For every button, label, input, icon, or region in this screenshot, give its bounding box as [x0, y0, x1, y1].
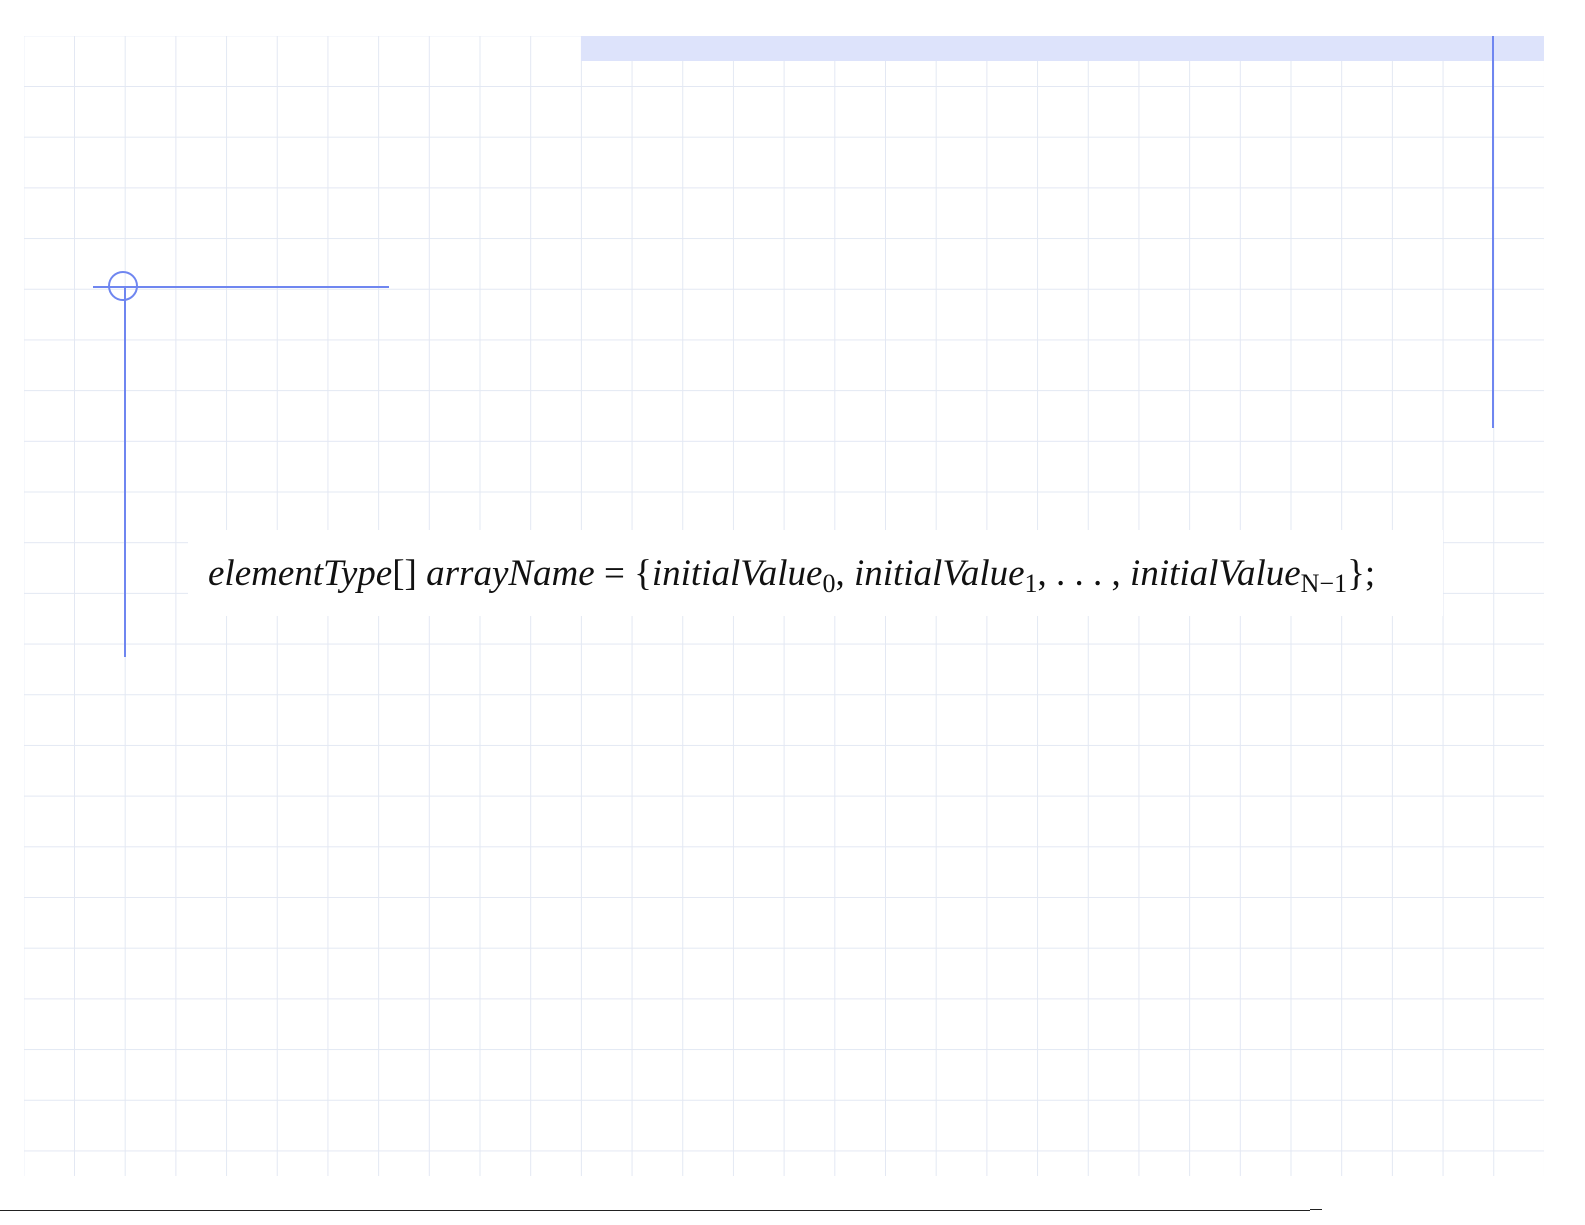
- formula-value-n: initialValue: [1130, 552, 1301, 594]
- crosshair-circle-icon: [108, 271, 138, 301]
- title-bar: [581, 36, 1544, 61]
- formula-array-name: arrayName: [426, 552, 595, 594]
- bottom-rule: [0, 1210, 1310, 1211]
- bottom-rule-tick: [1310, 1209, 1322, 1210]
- formula-type-name: elementType: [208, 552, 393, 594]
- formula-subscript-1: 1: [1024, 568, 1038, 598]
- formula-subscript-n: N−1: [1300, 568, 1348, 598]
- formula-box: elementType[] arrayName = {initialValue0…: [188, 530, 1443, 616]
- formula-brackets: []: [392, 552, 417, 594]
- formula-open-brace: {: [634, 552, 652, 594]
- array-initializer-formula: elementType[] arrayName = {initialValue0…: [208, 552, 1376, 598]
- formula-separator: ,: [835, 552, 854, 594]
- left-vertical-rule: [124, 287, 126, 657]
- formula-subscript-0: 0: [822, 568, 836, 598]
- formula-ellipsis: , . . . ,: [1037, 552, 1131, 594]
- formula-value-1: initialValue: [853, 552, 1025, 594]
- formula-close: };: [1347, 552, 1376, 594]
- formula-equals: =: [594, 552, 635, 594]
- formula-value-0: initialValue: [651, 552, 823, 594]
- right-vertical-rule: [1492, 36, 1494, 428]
